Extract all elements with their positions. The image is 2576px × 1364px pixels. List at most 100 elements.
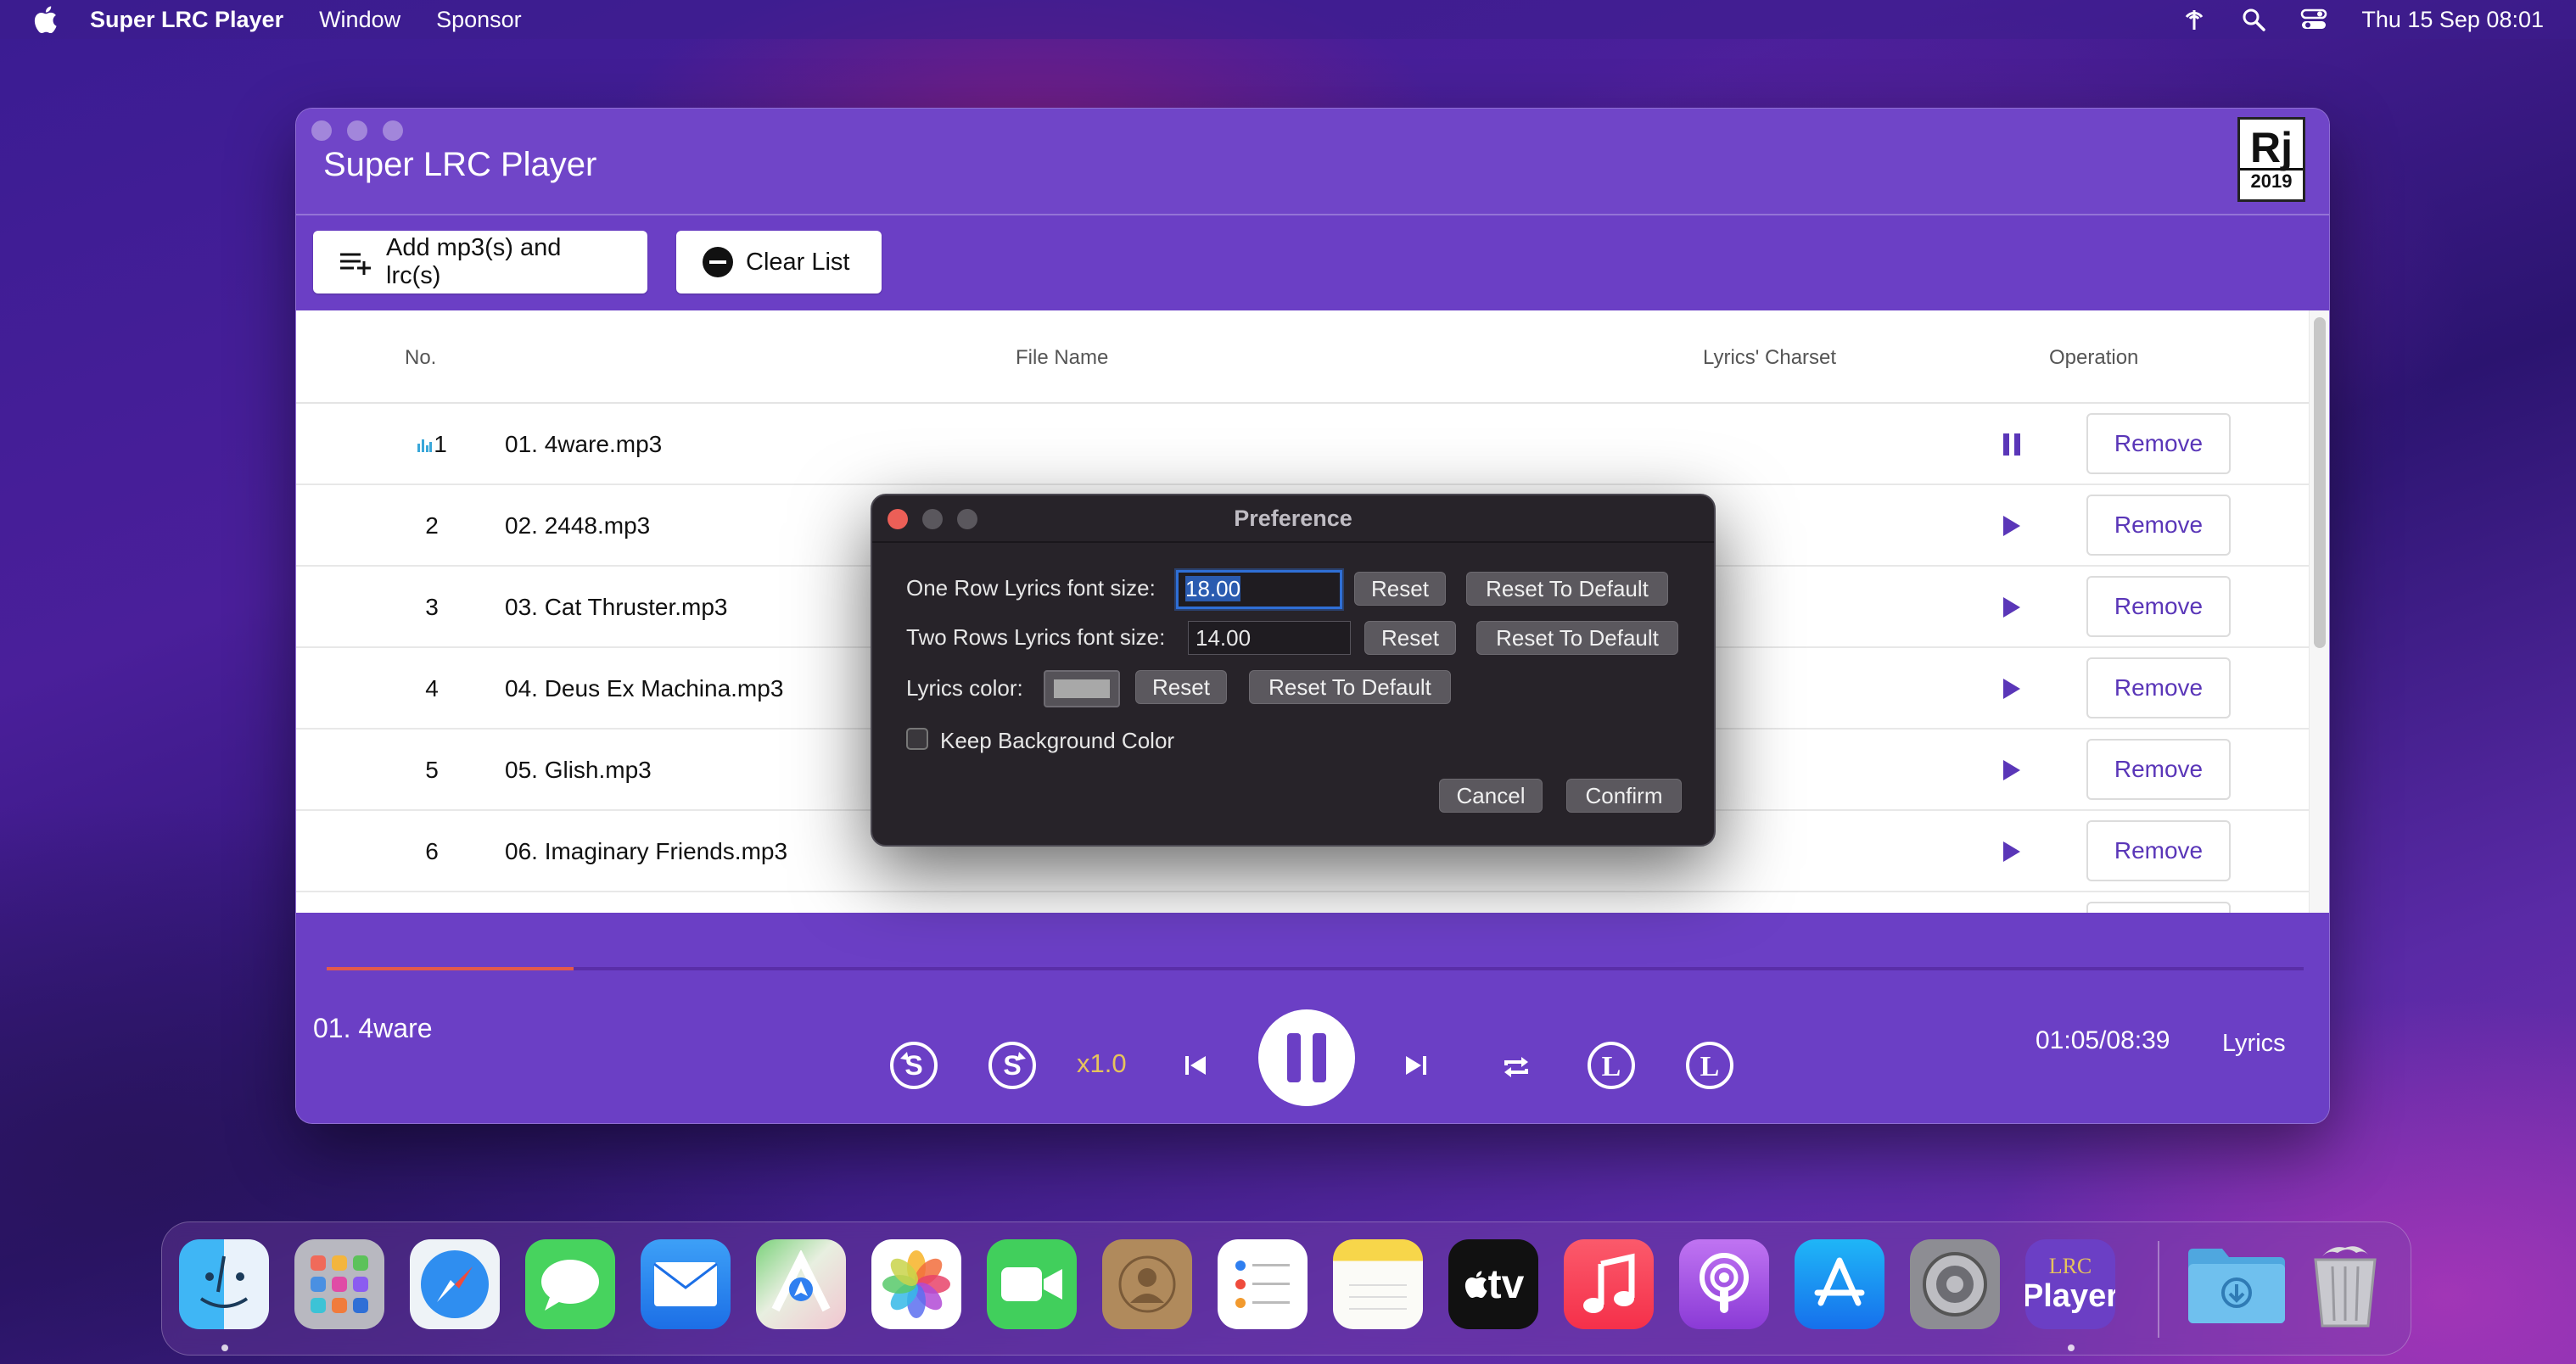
minus-circle-icon (702, 246, 734, 278)
zoom-button[interactable] (383, 120, 403, 141)
remove-button[interactable]: Remove (2086, 495, 2231, 556)
playback-speed[interactable]: x1.0 (1077, 1048, 1127, 1079)
window-traffic-lights (311, 120, 403, 141)
menu-app-name[interactable]: Super LRC Player (90, 7, 283, 33)
remove-button[interactable]: Remove (2086, 413, 2231, 474)
remove-button[interactable]: Remove (2086, 739, 2231, 800)
launchpad-icon[interactable] (294, 1239, 384, 1329)
menu-clock[interactable]: Thu 15 Sep 08:01 (2361, 7, 2544, 33)
repeat-button[interactable] (1499, 1050, 1533, 1084)
previous-track-button[interactable] (1179, 1048, 1212, 1082)
podcasts-icon[interactable] (1679, 1239, 1769, 1329)
airdrop-icon[interactable] (2181, 7, 2207, 32)
flower-icon (882, 1250, 950, 1318)
row-play-button[interactable] (1995, 755, 2029, 785)
table-row[interactable]: 1 01. 4ware.mp3 Remove (296, 404, 2309, 485)
menu-sponsor[interactable]: Sponsor (436, 7, 522, 33)
row-pause-button[interactable] (1995, 429, 2029, 460)
lyrics-offset-back-button[interactable]: S (888, 1040, 939, 1091)
lyrics-toggle-button[interactable]: Lyrics (2222, 1030, 2286, 1058)
contacts-icon[interactable] (1102, 1239, 1192, 1329)
remove-button[interactable]: Remove (2086, 657, 2231, 718)
rj-logo: Rj 2019 (2237, 117, 2305, 202)
row-number-text: 6 (425, 838, 439, 864)
person-icon (1118, 1255, 1176, 1313)
lyrics-font-smaller-button[interactable]: L (1586, 1040, 1637, 1091)
color-reset-default-button[interactable]: Reset To Default (1249, 670, 1451, 704)
confirm-button[interactable]: Confirm (1566, 779, 1682, 813)
progress-bar[interactable] (327, 967, 2304, 970)
pause-icon (1287, 1033, 1326, 1082)
app-store-a-icon (1814, 1257, 1865, 1306)
play-icon (2003, 597, 2020, 618)
appletv-logo-icon: tv (1463, 1261, 1524, 1308)
photos-icon[interactable] (871, 1239, 961, 1329)
keep-background-label[interactable]: Keep Background Color (940, 728, 1174, 754)
mail-icon[interactable] (641, 1239, 731, 1329)
system-preferences-icon[interactable] (1910, 1239, 2000, 1329)
remove-button[interactable]: Remove (2086, 576, 2231, 637)
two-rows-font-label: Two Rows Lyrics font size: (906, 624, 1166, 650)
table-scrollbar[interactable] (2309, 310, 2329, 913)
clear-list-button[interactable]: Clear List (676, 231, 882, 293)
menu-window[interactable]: Window (319, 7, 400, 33)
dock: tv LRC Player (161, 1221, 2411, 1356)
notes-icon[interactable] (1333, 1239, 1423, 1329)
table-row[interactable] (296, 892, 2309, 913)
play-pause-button[interactable] (1258, 1009, 1355, 1106)
menu-bar: Super LRC Player Window Sponsor Thu 15 S… (0, 0, 2576, 39)
add-files-button[interactable]: Add mp3(s) and lrc(s) (313, 231, 647, 293)
lyrics-color-well[interactable] (1044, 670, 1120, 707)
appstore-icon[interactable] (1795, 1239, 1884, 1329)
row-play-button[interactable] (1995, 511, 2029, 541)
two-rows-reset-default-button[interactable]: Reset To Default (1476, 621, 1678, 655)
one-row-reset-default-button[interactable]: Reset To Default (1466, 572, 1668, 606)
messages-icon[interactable] (525, 1239, 615, 1329)
close-button[interactable] (311, 120, 332, 141)
minimize-button[interactable] (347, 120, 367, 141)
safari-icon[interactable] (410, 1239, 500, 1329)
row-play-button[interactable] (1995, 674, 2029, 704)
keep-background-checkbox[interactable] (906, 728, 928, 750)
rj-logo-text: Rj (2250, 123, 2293, 171)
two-rows-font-input[interactable]: 14.00 (1188, 621, 1351, 655)
row-play-button[interactable] (1995, 592, 2029, 623)
header-charset: Lyrics' Charset (1703, 346, 1837, 369)
lyrics-offset-forward-button[interactable]: S (987, 1040, 1038, 1091)
remove-button[interactable]: Remove (2086, 820, 2231, 881)
row-file-name: 06. Imaginary Friends.mp3 (505, 838, 788, 864)
two-rows-reset-button[interactable]: Reset (1364, 621, 1456, 655)
maps-icon[interactable] (756, 1239, 846, 1329)
color-reset-button[interactable]: Reset (1135, 670, 1227, 704)
next-track-button[interactable] (1399, 1048, 1433, 1082)
lyrics-color-label: Lyrics color: (906, 675, 1023, 701)
window-titlebar: Super LRC Player Rj 2019 (296, 109, 2329, 215)
remove-button[interactable] (2086, 902, 2231, 913)
table-scrollbar-thumb[interactable] (2314, 317, 2326, 648)
one-row-font-input[interactable]: 18.00 (1176, 570, 1342, 609)
music-icon[interactable] (1564, 1239, 1654, 1329)
checklist-icon (1235, 1261, 1290, 1308)
video-camera-icon (1001, 1267, 1062, 1301)
control-center-icon[interactable] (2300, 7, 2327, 32)
compass-icon (421, 1250, 489, 1318)
finder-icon[interactable] (179, 1239, 269, 1329)
trash-icon[interactable] (2300, 1239, 2390, 1329)
cancel-button[interactable]: Cancel (1439, 779, 1543, 813)
equalizer-icon (417, 439, 433, 452)
reminders-icon[interactable] (1218, 1239, 1308, 1329)
search-icon[interactable] (2241, 7, 2266, 32)
toolbar: Add mp3(s) and lrc(s) Clear List (296, 215, 2329, 310)
one-row-reset-button[interactable]: Reset (1354, 572, 1446, 606)
lyrics-font-larger-button[interactable]: L (1684, 1040, 1735, 1091)
row-play-button[interactable] (1995, 836, 2029, 867)
apple-icon[interactable] (32, 5, 58, 34)
add-files-label: Add mp3(s) and lrc(s) (386, 234, 562, 289)
player-bar: 01. 4ware S S x1.0 L L 01:05/08:39 Lyric… (296, 913, 2329, 1123)
lrc-player-icon[interactable]: LRC Player (2025, 1239, 2115, 1329)
facetime-icon[interactable] (987, 1239, 1077, 1329)
header-operation: Operation (2049, 346, 2139, 369)
downloads-folder-icon[interactable] (2185, 1239, 2288, 1329)
repeat-icon (1504, 1057, 1528, 1077)
appletv-icon[interactable]: tv (1448, 1239, 1538, 1329)
